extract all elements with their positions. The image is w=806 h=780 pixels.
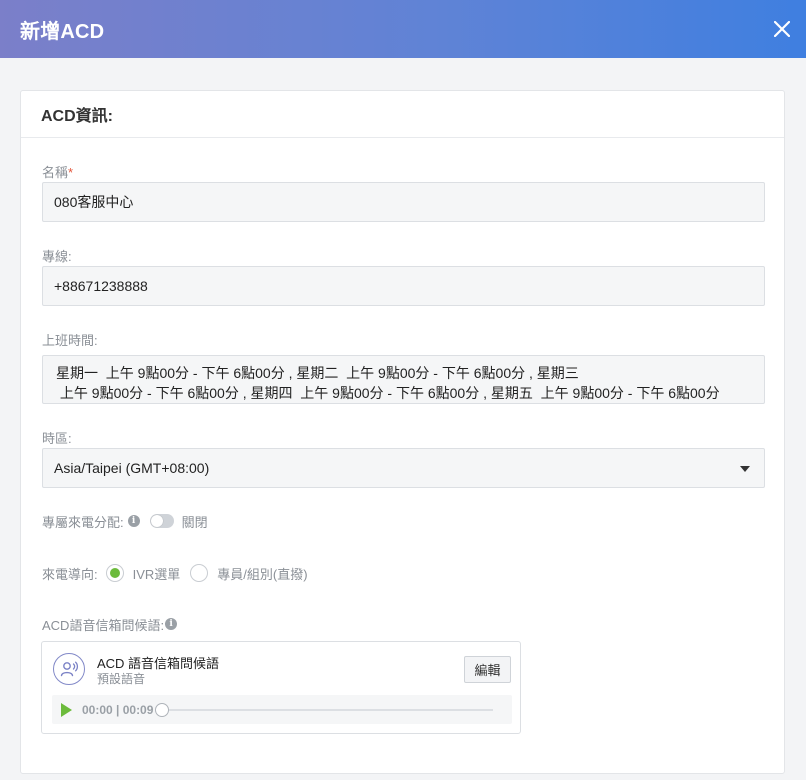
caret-down-icon (740, 466, 750, 472)
routing-row: 來電導向: IVR選單 專員/組別(直撥) (42, 562, 318, 584)
line-input[interactable]: +88671238888 (42, 266, 765, 306)
radio-ivr-label[interactable]: IVR選單 (133, 564, 181, 583)
dedicated-toggle[interactable] (149, 514, 174, 528)
toggle-knob (150, 515, 163, 527)
hours-textarea[interactable]: 星期一 上午 9點00分 - 下午 6點00分 , 星期二 上午 9點00分 -… (42, 355, 765, 404)
line-label: 專線: (42, 249, 72, 264)
dialog-header: 新增ACD (0, 0, 806, 58)
close-button[interactable] (770, 17, 794, 41)
dedicated-state: 關閉 (181, 514, 208, 530)
dedicated-label: 專屬來電分配: (42, 514, 124, 530)
edit-button[interactable]: 編輯 (464, 656, 511, 683)
info-icon[interactable]: i (127, 515, 140, 527)
radio-ivr[interactable] (105, 564, 124, 582)
greeting-label: ACD語音信箱問候語: (42, 617, 165, 633)
routing-label: 來電導向: (42, 566, 98, 582)
name-input[interactable]: 080客服中心 (42, 182, 765, 222)
dialog-title: 新增ACD (20, 20, 105, 43)
radio-dot (109, 568, 120, 578)
dedicated-row: 專屬來電分配: i 關閉 (42, 512, 208, 530)
radio-agent[interactable] (190, 564, 209, 582)
audio-subtitle: 預設語音 (97, 672, 146, 686)
progress-thumb[interactable] (155, 702, 170, 717)
acd-info-card: ACD資訊: 名稱* 080客服中心 專線: +88671238888 上班時間… (20, 90, 785, 774)
greeting-row: ACD語音信箱問候語: i (42, 616, 178, 633)
name-label: 名稱* (42, 165, 74, 180)
hours-label: 上班時間: (42, 333, 98, 348)
name-value: 080客服中心 (54, 194, 134, 210)
hours-line-1: 星期一 上午 9點00分 - 下午 6點00分 , 星期二 上午 9點00分 -… (56, 365, 579, 381)
timezone-label: 時區: (42, 431, 72, 446)
radio-agent-label[interactable]: 專員/組別(直撥) (217, 564, 307, 583)
hours-line-2: 上午 9點00分 - 下午 6點00分 , 星期四 上午 9點00分 - 下午 … (56, 385, 720, 401)
voice-user-icon (53, 653, 85, 685)
info-icon[interactable]: i (165, 618, 178, 630)
audio-time: 00:00 | 00:09 (82, 702, 154, 717)
audio-player: 00:00 | 00:09 (52, 695, 512, 724)
timezone-select[interactable]: Asia/Taipei (GMT+08:00) (42, 448, 765, 488)
timezone-value: Asia/Taipei (GMT+08:00) (54, 460, 210, 476)
play-icon[interactable] (61, 702, 72, 717)
close-icon (774, 21, 790, 37)
line-value: +88671238888 (54, 278, 148, 294)
section-title: ACD資訊: (21, 91, 784, 138)
progress-track[interactable] (155, 702, 494, 717)
required-mark: * (68, 165, 74, 180)
greeting-audio-card: ACD 語音信箱問候語 預設語音 編輯 00:00 | 00:09 (41, 641, 521, 734)
